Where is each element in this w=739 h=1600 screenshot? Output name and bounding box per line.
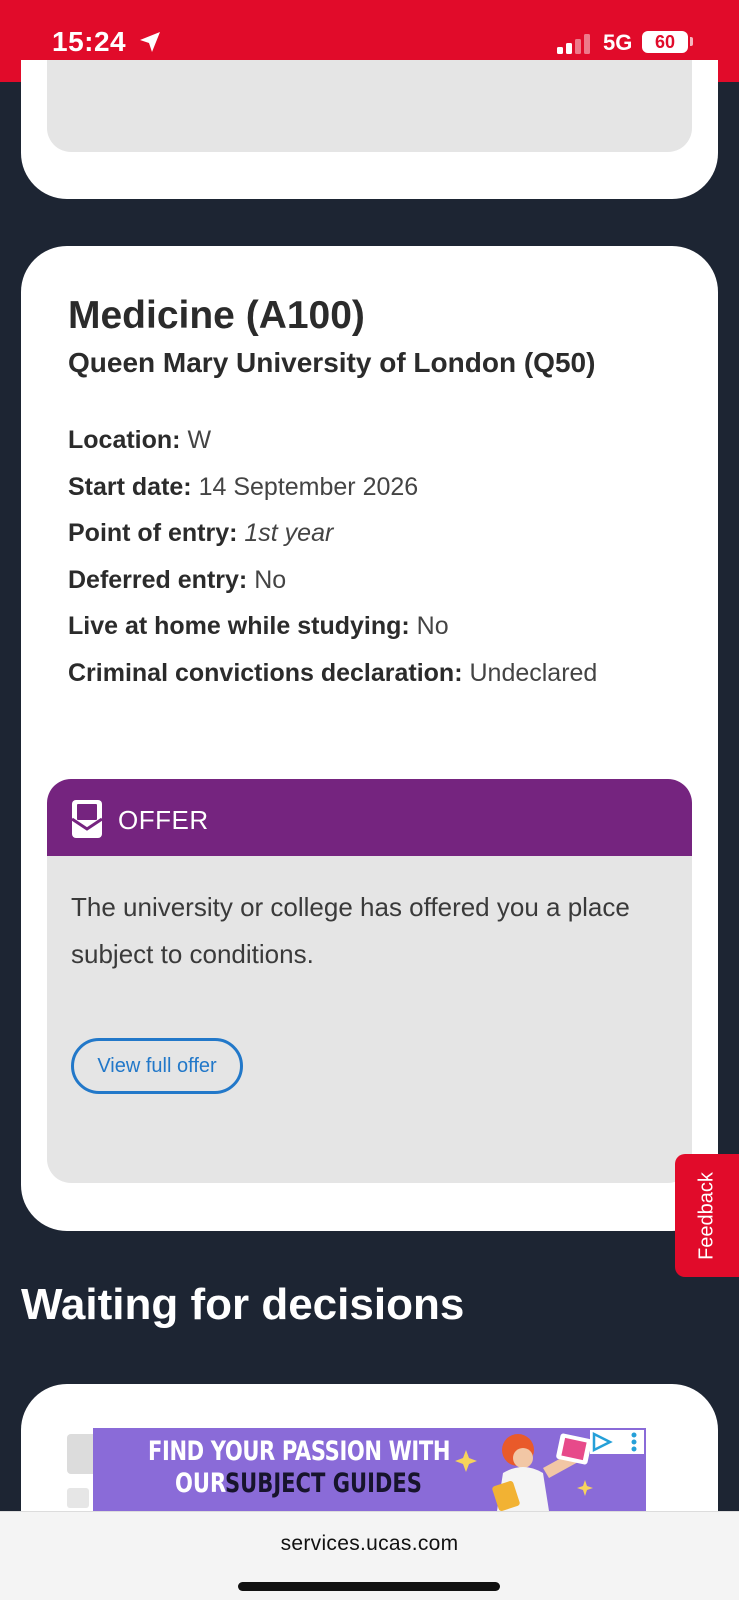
course-title: Medicine (A100) bbox=[68, 294, 365, 337]
detail-criminal-convictions: Criminal convictions declaration: Undecl… bbox=[68, 659, 597, 688]
offer-description: The university or college has offered yo… bbox=[71, 892, 630, 969]
detail-live-at-home: Live at home while studying: No bbox=[68, 612, 449, 641]
offer-status-label: OFFER bbox=[118, 805, 209, 835]
section-heading-waiting: Waiting for decisions bbox=[21, 1280, 465, 1329]
detail-label: Point of entry: bbox=[68, 519, 238, 547]
detail-label: Criminal convictions declaration: bbox=[68, 659, 463, 687]
ad-choices-icon[interactable] bbox=[590, 1430, 644, 1454]
home-indicator bbox=[238, 1582, 500, 1591]
feedback-label: Feedback bbox=[695, 1171, 718, 1260]
location-arrow-icon bbox=[140, 32, 160, 52]
detail-value: 1st year bbox=[244, 519, 334, 547]
detail-label: Start date: bbox=[68, 473, 192, 501]
ad-headline: FIND YOUR PASSION WITH bbox=[148, 1436, 451, 1467]
ad-banner[interactable]: FIND YOUR PASSION WITH OUR SUBJECT GUIDE… bbox=[93, 1428, 646, 1511]
detail-value: No bbox=[416, 612, 449, 640]
detail-location: Location: W bbox=[68, 426, 211, 455]
detail-label: Live at home while studying: bbox=[68, 612, 410, 640]
previous-choice-panel bbox=[47, 60, 692, 152]
browser-address-bar[interactable]: services.ucas.com bbox=[0, 1511, 739, 1600]
card-subheading-partial bbox=[67, 1488, 89, 1508]
detail-deferred-entry: Deferred entry: No bbox=[68, 566, 286, 595]
detail-label: Location: bbox=[68, 426, 181, 454]
battery-tip bbox=[690, 37, 693, 46]
status-time: 15:24 bbox=[52, 26, 127, 57]
university-name: Queen Mary University of London (Q50) bbox=[68, 347, 596, 378]
battery-icon: 60 bbox=[642, 31, 688, 53]
detail-start-date: Start date: 14 September 2026 bbox=[68, 473, 418, 502]
detail-value: No bbox=[254, 566, 287, 594]
ad-subline: OUR bbox=[175, 1468, 227, 1499]
course-choice-card: Medicine (A100) Queen Mary University of… bbox=[21, 246, 718, 1231]
detail-value: Undeclared bbox=[469, 659, 598, 687]
detail-point-of-entry: Point of entry: 1st year bbox=[68, 519, 333, 548]
ad-subline-highlight: SUBJECT GUIDES bbox=[225, 1468, 422, 1499]
url-text[interactable]: services.ucas.com bbox=[0, 1532, 739, 1556]
offer-envelope-icon bbox=[71, 800, 103, 838]
detail-label: Deferred entry: bbox=[68, 566, 248, 594]
cellular-signal-icon bbox=[557, 34, 590, 54]
network-type: 5G bbox=[603, 30, 633, 55]
offer-panel: The university or college has offered yo… bbox=[47, 856, 692, 1183]
view-full-offer-button[interactable]: View full offer bbox=[71, 1038, 243, 1094]
detail-value: W bbox=[187, 426, 212, 454]
detail-value: 14 September 2026 bbox=[198, 473, 419, 501]
offer-status-header: OFFER bbox=[47, 779, 692, 856]
previous-choice-card bbox=[21, 60, 718, 199]
feedback-tab[interactable]: Feedback bbox=[675, 1154, 739, 1277]
